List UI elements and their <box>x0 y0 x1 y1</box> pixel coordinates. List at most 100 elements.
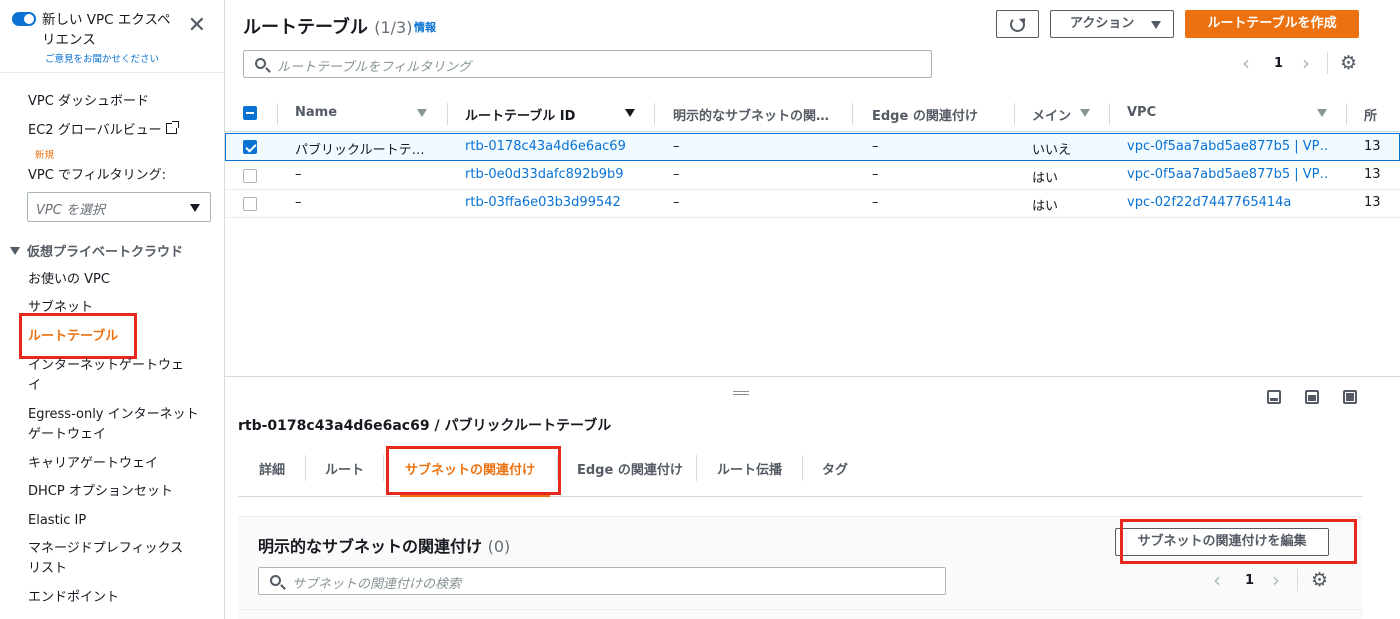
divider <box>383 455 384 481</box>
section-title: 仮想プライベートクラウド <box>27 245 184 260</box>
panel-full-icon[interactable] <box>1343 390 1357 404</box>
cell-main: はい <box>1032 171 1059 186</box>
tab-tags[interactable]: タグ <box>822 459 848 478</box>
table-row[interactable]: – rtb-03ffa6e03b3d99542 – – はい vpc-02f22… <box>225 190 1400 218</box>
nav-endpoints[interactable]: エンドポイント <box>28 588 119 608</box>
container-count: (0) <box>487 537 511 556</box>
vpc-select-placeholder: VPC を選択 <box>36 203 105 218</box>
panel-bottom-icon[interactable] <box>1267 390 1281 404</box>
refresh-icon <box>1010 17 1025 32</box>
cell-route-table-id[interactable]: rtb-0178c43a4d6e6ac69 <box>465 139 626 154</box>
route-table-search-input[interactable]: ルートテーブルをフィルタリング <box>243 50 932 78</box>
page-number[interactable]: 1 <box>1245 573 1254 588</box>
sort-icon[interactable] <box>1317 109 1327 117</box>
gear-icon[interactable]: ⚙ <box>1311 570 1328 590</box>
detail-title: rtb-0178c43a4d6e6ac69 / パブリックルートテーブル <box>238 418 612 434</box>
cell-name: パブリックルートテ… <box>295 143 425 158</box>
page-number[interactable]: 1 <box>1274 56 1283 71</box>
sort-icon[interactable] <box>625 109 635 117</box>
cell-route-table-id[interactable]: rtb-03ffa6e03b3d99542 <box>465 195 621 210</box>
select-all-checkbox[interactable] <box>243 106 257 120</box>
chevron-right-icon[interactable]: › <box>1302 53 1310 73</box>
sort-icon[interactable] <box>1080 109 1090 117</box>
divider <box>1014 103 1015 125</box>
row-checkbox[interactable] <box>243 140 257 154</box>
divider <box>1109 103 1110 125</box>
column-header-owner[interactable]: 所 <box>1364 105 1377 124</box>
section-vpc-header[interactable]: 仮想プライベートクラウド <box>10 241 183 260</box>
panel-side-icon[interactable] <box>1305 390 1319 404</box>
divider <box>277 103 278 125</box>
divider <box>1346 103 1347 125</box>
new-experience-toggle-row: 新しい VPC エクスペリエンス ご意見をお聞かせください <box>12 10 212 65</box>
nav-ec2-global-view[interactable]: EC2 グローバルビュー <box>28 121 179 141</box>
chevron-left-icon[interactable]: ‹ <box>1242 53 1250 73</box>
refresh-button[interactable] <box>996 10 1039 38</box>
chevron-right-icon[interactable]: › <box>1272 570 1280 590</box>
vpc-filter-label: VPC でフィルタリング: <box>28 168 167 183</box>
nav-managed-prefix-lists[interactable]: マネージドプレフィックスリスト <box>28 539 193 579</box>
feedback-link[interactable]: ご意見をお聞かせください <box>45 51 159 65</box>
table-row[interactable]: – rtb-0e0d33dafc892b9b9 – – はい vpc-0f5aa… <box>225 162 1400 190</box>
subnet-association-search-input[interactable]: サブネットの関連付けの検索 <box>258 567 946 595</box>
cell-edge: – <box>872 195 879 210</box>
cell-edge: – <box>872 139 879 154</box>
column-header-vpc[interactable]: VPC <box>1127 105 1156 120</box>
row-checkbox[interactable] <box>243 197 257 211</box>
column-header-route-table-id[interactable]: ルートテーブル ID <box>465 105 575 124</box>
highlight-box-tab <box>386 446 561 495</box>
column-header-main[interactable]: メイン <box>1032 105 1071 124</box>
cell-main: いいえ <box>1032 143 1072 158</box>
cell-owner: 13 <box>1364 139 1381 154</box>
close-icon[interactable]: ✕ <box>188 15 206 37</box>
cell-route-table-id[interactable]: rtb-0e0d33dafc892b9b9 <box>465 167 624 182</box>
tab-details[interactable]: 詳細 <box>259 459 285 478</box>
external-link-icon <box>165 121 179 134</box>
cell-explicit-subnet: – <box>673 167 680 182</box>
chevron-left-icon[interactable]: ‹ <box>1213 570 1221 590</box>
divider <box>305 455 306 481</box>
column-header-edge[interactable]: Edge の関連付け <box>872 105 978 124</box>
nav-carrier-gateways[interactable]: キャリアゲートウェイ <box>28 454 158 474</box>
split-panel: rtb-0178c43a4d6e6ac69 / パブリックルートテーブル 詳細 … <box>225 376 1400 619</box>
row-checkbox[interactable] <box>243 169 257 183</box>
nav-internet-gateways[interactable]: インターネットゲートウェイ <box>28 356 193 396</box>
create-route-table-button[interactable]: ルートテーブルを作成 <box>1185 10 1359 38</box>
search-icon <box>270 575 281 586</box>
divider <box>1297 569 1298 591</box>
sort-icon[interactable] <box>417 109 427 117</box>
cell-vpc[interactable]: vpc-0f5aa7abd5ae877b5 | VP… <box>1127 167 1327 182</box>
divider <box>238 609 1363 610</box>
cell-edge: – <box>872 167 879 182</box>
tab-route-propagation[interactable]: ルート伝播 <box>717 459 782 478</box>
page-title-text: ルートテーブル <box>243 17 368 38</box>
column-header-name[interactable]: Name <box>295 105 337 120</box>
caret-down-icon <box>190 204 200 212</box>
nav-your-vpcs[interactable]: お使いの VPC <box>28 270 110 290</box>
divider <box>696 455 697 481</box>
container-title: 明示的なサブネットの関連付け (0) <box>258 533 510 557</box>
cell-vpc[interactable]: vpc-02f22d7447765414a <box>1127 195 1327 210</box>
info-link[interactable]: 情報 <box>414 19 436 35</box>
nav-elastic-ip[interactable]: Elastic IP <box>28 511 86 531</box>
cell-vpc[interactable]: vpc-0f5aa7abd5ae877b5 | VP… <box>1127 139 1327 154</box>
tab-edge-associations[interactable]: Edge の関連付け <box>577 459 683 478</box>
toggle-switch[interactable] <box>12 12 36 26</box>
nav-egress-only-igw[interactable]: Egress-only インターネットゲートウェイ <box>28 405 203 445</box>
column-header-explicit-subnet[interactable]: 明示的なサブネットの関… <box>673 105 829 124</box>
divider <box>852 103 853 125</box>
highlight-box-nav <box>19 313 137 359</box>
vpc-select[interactable]: VPC を選択 <box>27 192 211 222</box>
nav-vpc-dashboard[interactable]: VPC ダッシュボード <box>28 92 149 112</box>
search-placeholder: ルートテーブルをフィルタリング <box>277 60 471 75</box>
tab-routes[interactable]: ルート <box>325 459 364 478</box>
table-row[interactable]: パブリックルートテ… rtb-0178c43a4d6e6ac69 – – いいえ… <box>225 133 1400 161</box>
nav-dhcp-options[interactable]: DHCP オプションセット <box>28 482 173 502</box>
cell-explicit-subnet: – <box>673 139 680 154</box>
actions-button[interactable]: アクション <box>1050 10 1174 38</box>
divider <box>0 72 224 73</box>
drag-handle-icon[interactable] <box>733 391 749 395</box>
cell-name: – <box>295 195 302 210</box>
gear-icon[interactable]: ⚙ <box>1340 53 1357 73</box>
new-experience-label: 新しい VPC エクスペリエンス <box>42 12 171 48</box>
